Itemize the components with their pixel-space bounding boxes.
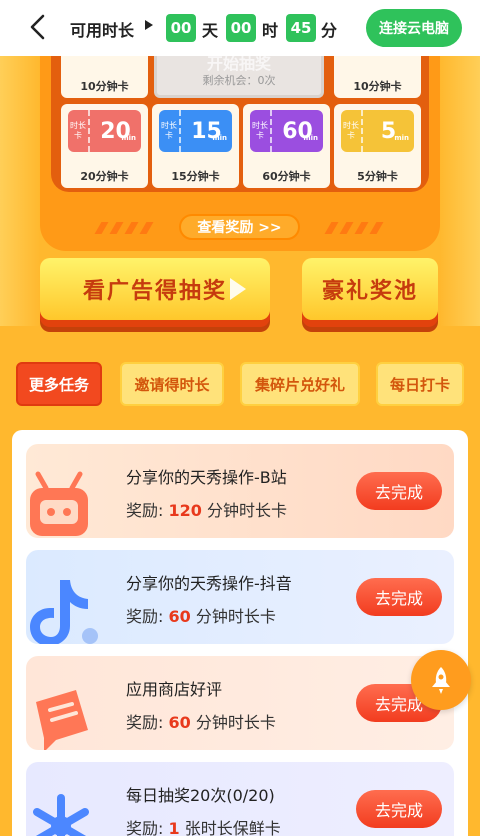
rocket-float-button[interactable] [411, 650, 471, 710]
ticket-unit: min [212, 133, 227, 142]
reward-label: 奖励: [126, 819, 164, 836]
bilibili-icon [30, 471, 88, 536]
ticket-stub: 时长卡 [250, 110, 272, 152]
prize-card: 时长卡 15 min 15分钟卡 [152, 104, 239, 188]
decor-stripes [324, 222, 384, 236]
top-bar: 可用时长 00 天 00 时 45 分 连接云电脑 [0, 0, 480, 56]
prize-card: 10分钟卡 [334, 56, 421, 98]
prize-label: 10分钟卡 [80, 80, 129, 93]
prize-card: 时长卡 60 min 60分钟卡 [243, 104, 330, 188]
task-reward: 奖励: 60 分钟时长卡 [126, 709, 276, 733]
draw-remaining: 剩余机会：0次 [202, 74, 276, 87]
reward-label: 奖励: [126, 607, 164, 626]
time-card-ticket: 时长卡 15 min [159, 110, 232, 152]
connect-cloud-pc-button[interactable]: 连接云电脑 [366, 9, 462, 47]
prize-label: 10分钟卡 [353, 80, 402, 93]
task-title: 分享你的天秀操作-B站 [126, 468, 287, 487]
time-card-ticket: 时长卡 60 min [250, 110, 323, 152]
prize-label: 60分钟卡 [262, 170, 311, 183]
play-arrow-icon [145, 20, 153, 30]
review-icon [36, 690, 88, 750]
ticket-stub: 时长卡 [68, 110, 90, 152]
reward-unit: 张时长保鲜卡 [184, 819, 281, 836]
ticket-unit: min [303, 133, 318, 142]
ticket-unit: min [121, 133, 136, 142]
back-button[interactable] [22, 10, 52, 44]
task-go-button[interactable]: 去完成 [356, 790, 442, 828]
task-card: 每日抽奖20次(0/20) 奖励: 1 张时长保鲜卡 去完成 [26, 762, 454, 836]
task-card: 应用商店好评 奖励: 60 分钟时长卡 去完成 [26, 656, 454, 750]
start-draw-button[interactable]: 开始抽奖 剩余机会：0次 [154, 56, 324, 98]
watch-ad-label: 看广告得抽奖 [82, 279, 227, 304]
ticket-unit: min [394, 133, 409, 142]
minutes-counter: 45 [286, 14, 316, 42]
reward-label: 奖励: [126, 501, 164, 520]
ticket-stub: 时长卡 [159, 110, 181, 152]
tab-invite[interactable]: 邀请得时长 [120, 362, 224, 406]
douyin-icon [30, 580, 98, 644]
days-unit: 天 [202, 21, 219, 40]
task-title: 分享你的天秀操作-抖音 [126, 574, 292, 593]
minutes-unit: 分 [321, 21, 338, 40]
reward-value: 60 [168, 607, 191, 626]
hours-unit: 时 [262, 21, 279, 40]
reward-value: 60 [168, 713, 191, 732]
reward-value: 120 [168, 501, 202, 520]
view-rewards-button[interactable]: 查看奖励 >> [179, 214, 300, 240]
gift-pool-button[interactable]: 豪礼奖池 [302, 258, 438, 320]
play-icon [230, 278, 246, 300]
chevron-left-icon [30, 14, 45, 40]
task-go-button[interactable]: 去完成 [356, 472, 442, 510]
prize-grid: 10分钟卡 开始抽奖 剩余机会：0次 10分钟卡 时长卡 20 min 20分钟卡… [51, 56, 429, 192]
time-card-ticket: 时长卡 5 min [341, 110, 414, 152]
task-card: 分享你的天秀操作-B站 奖励: 120 分钟时长卡 去完成 [26, 444, 454, 538]
snowflake-icon [33, 794, 89, 836]
lottery-machine: 10分钟卡 开始抽奖 剩余机会：0次 10分钟卡 时长卡 20 min 20分钟卡… [0, 56, 480, 836]
machine-side-right [440, 56, 480, 326]
task-title: 应用商店好评 [126, 680, 223, 699]
decor-stripes [94, 222, 154, 236]
task-go-button[interactable]: 去完成 [356, 578, 442, 616]
task-reward: 奖励: 1 张时长保鲜卡 [126, 815, 281, 836]
task-reward: 奖励: 120 分钟时长卡 [126, 497, 287, 521]
prize-card: 10分钟卡 [61, 56, 148, 98]
prize-card: 时长卡 20 min 20分钟卡 [61, 104, 148, 188]
hours-counter: 00 [226, 14, 256, 42]
prize-card: 时长卡 5 min 5分钟卡 [334, 104, 421, 188]
tab-collect-fragments[interactable]: 集碎片兑好礼 [240, 362, 360, 406]
task-card: 分享你的天秀操作-抖音 奖励: 60 分钟时长卡 去完成 [26, 550, 454, 644]
task-panel: 分享你的天秀操作-B站 奖励: 120 分钟时长卡 去完成 分享你的天秀操作-抖… [12, 430, 468, 836]
time-card-ticket: 时长卡 20 min [68, 110, 141, 152]
prize-label: 15分钟卡 [171, 170, 220, 183]
task-reward: 奖励: 60 分钟时长卡 [126, 603, 276, 627]
reward-unit: 分钟时长卡 [195, 607, 276, 626]
gift-pool-label: 豪礼奖池 [321, 279, 418, 304]
tab-daily-checkin[interactable]: 每日打卡 [376, 362, 464, 406]
prize-label: 20分钟卡 [80, 170, 129, 183]
reward-value: 1 [168, 819, 180, 836]
days-counter: 00 [166, 14, 196, 42]
reward-label: 奖励: [126, 713, 164, 732]
machine-side-left [0, 56, 40, 326]
prize-label: 5分钟卡 [357, 170, 398, 183]
available-time-label: 可用时长 [70, 21, 135, 40]
reward-unit: 分钟时长卡 [207, 501, 288, 520]
task-tabs: 更多任务 邀请得时长 集碎片兑好礼 每日打卡 [0, 356, 480, 416]
reward-unit: 分钟时长卡 [195, 713, 276, 732]
ticket-stub: 时长卡 [341, 110, 363, 152]
tab-more-tasks[interactable]: 更多任务 [16, 362, 102, 406]
rocket-icon [432, 667, 450, 694]
watch-ad-draw-button[interactable]: 看广告得抽奖 [40, 258, 270, 320]
task-title: 每日抽奖20次(0/20) [126, 786, 275, 805]
